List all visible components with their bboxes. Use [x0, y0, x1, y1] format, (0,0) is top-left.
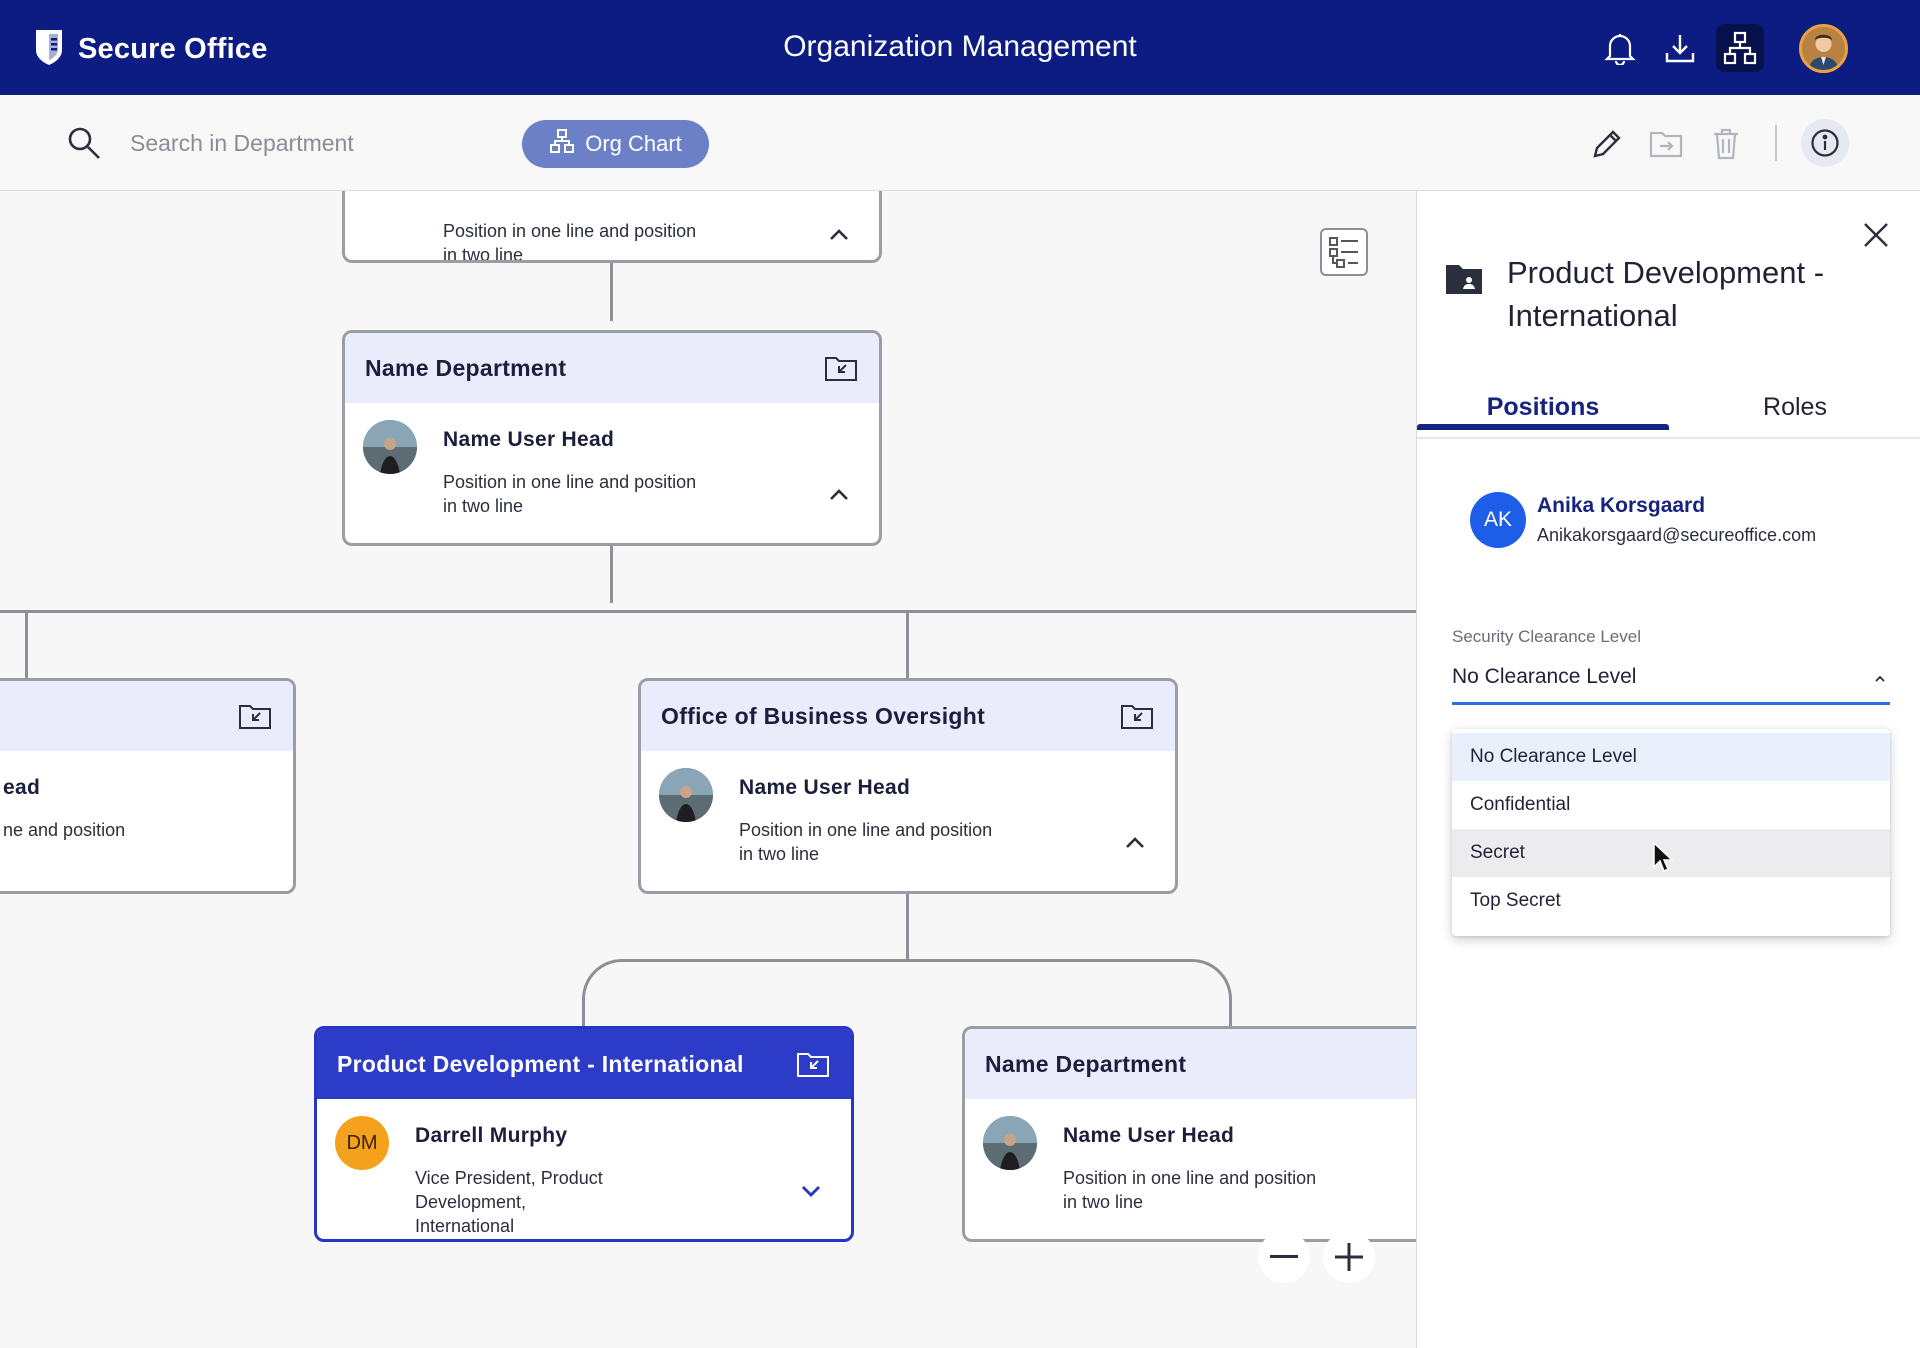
search-input[interactable] [130, 123, 490, 163]
collapse-folder-icon[interactable] [797, 1051, 829, 1082]
connector-line [610, 261, 613, 321]
avatar: AK [1470, 492, 1526, 548]
avatar [363, 420, 417, 474]
delete-icon[interactable] [1704, 122, 1748, 166]
tab-positions[interactable]: Positions [1417, 381, 1669, 439]
panel-tabs: Positions Roles [1417, 381, 1920, 439]
connector-line [582, 959, 1232, 1029]
list-view-icon[interactable] [1320, 228, 1368, 276]
active-tab-indicator [1417, 424, 1669, 430]
department-name: Office of Business Oversight [661, 702, 986, 729]
department-card[interactable]: ead ne and position [0, 678, 296, 894]
department-name: Product Development - International [337, 1050, 744, 1077]
close-icon[interactable] [1858, 217, 1894, 253]
avatar [659, 768, 713, 822]
department-name: Name Department [365, 354, 567, 381]
user-name: Name User Head [1063, 1124, 1235, 1147]
user-name: ead [3, 776, 41, 799]
clearance-label: Security Clearance Level [1452, 627, 1641, 646]
member-email: Anikakorsgaard@secureoffice.com [1537, 525, 1817, 545]
user-position: ne and position [3, 820, 126, 840]
option-confidential[interactable]: Confidential [1452, 781, 1890, 829]
org-chart-canvas[interactable]: Position in one line and position in two… [0, 191, 1416, 1348]
avatar [983, 1116, 1037, 1170]
user-position: Position in one line and position in two… [443, 221, 697, 263]
department-card[interactable]: Name Department Name User Head Position … [342, 330, 882, 546]
department-card[interactable]: Office of Business Oversight Name User H… [638, 678, 1178, 894]
department-card-selected[interactable]: Product Development - International DM D… [314, 1026, 854, 1242]
panel-title: Product Development - International [1507, 255, 1825, 333]
bell-icon[interactable] [1596, 24, 1644, 72]
info-icon[interactable] [1801, 119, 1849, 167]
user-name: Name User Head [443, 428, 615, 451]
user-position: Position in one line and position in two… [1063, 1168, 1317, 1212]
chevron-up-icon[interactable] [1125, 836, 1145, 854]
move-icon[interactable] [1644, 122, 1688, 166]
avatar[interactable] [1799, 24, 1848, 73]
clearance-select[interactable]: No Clearance Level [1452, 660, 1890, 705]
chevron-up-icon [1874, 670, 1886, 688]
department-card[interactable]: Name Department Name User Head Position … [962, 1026, 1416, 1242]
org-chart-label: Org Chart [585, 131, 682, 156]
folder-user-icon [1445, 263, 1483, 300]
download-icon[interactable] [1656, 24, 1704, 72]
user-name: Name User Head [739, 776, 911, 799]
chevron-down-icon[interactable] [801, 1184, 821, 1202]
user-position: Vice President, Product Development, Int… [415, 1168, 603, 1236]
department-card[interactable]: Position in one line and position in two… [342, 191, 882, 263]
mouse-cursor-icon [1652, 841, 1674, 878]
user-position: Position in one line and position in two… [443, 472, 697, 516]
chevron-up-icon[interactable] [829, 228, 849, 246]
clearance-dropdown: No Clearance Level Confidential Secret T… [1452, 729, 1890, 936]
org-chart-button[interactable]: Org Chart [522, 120, 709, 168]
connector-line [906, 891, 909, 959]
details-panel: Product Development - International Posi… [1416, 191, 1920, 1348]
collapse-folder-icon[interactable] [1121, 703, 1153, 734]
member-name[interactable]: Anika Korsgaard [1537, 494, 1705, 518]
user-name: Darrell Murphy [415, 1124, 568, 1147]
connector-line [906, 610, 909, 678]
clearance-value: No Clearance Level [1452, 665, 1637, 688]
department-name: Name Department [985, 1050, 1187, 1077]
tab-roles[interactable]: Roles [1669, 381, 1920, 439]
toolbar: Org Chart [0, 95, 1920, 191]
edit-icon[interactable] [1585, 122, 1629, 166]
plus-icon[interactable] [1323, 1231, 1375, 1283]
collapse-folder-icon[interactable] [825, 355, 857, 386]
minus-icon[interactable] [1258, 1231, 1310, 1283]
toolbar-divider [1775, 125, 1777, 161]
option-top-secret[interactable]: Top Secret [1452, 877, 1890, 925]
search-icon[interactable] [66, 125, 102, 166]
connector-line [25, 610, 28, 678]
org-chart-icon[interactable] [1716, 24, 1764, 72]
connector-line [610, 543, 613, 603]
option-no-clearance[interactable]: No Clearance Level [1452, 733, 1890, 781]
chevron-up-icon[interactable] [829, 488, 849, 506]
top-bar: Secure Office Organization Management [0, 0, 1920, 95]
connector-line [0, 610, 1416, 613]
collapse-folder-icon[interactable] [239, 703, 271, 734]
user-position: Position in one line and position in two… [739, 820, 993, 864]
avatar: DM [335, 1116, 389, 1170]
org-chart-icon [549, 128, 575, 160]
